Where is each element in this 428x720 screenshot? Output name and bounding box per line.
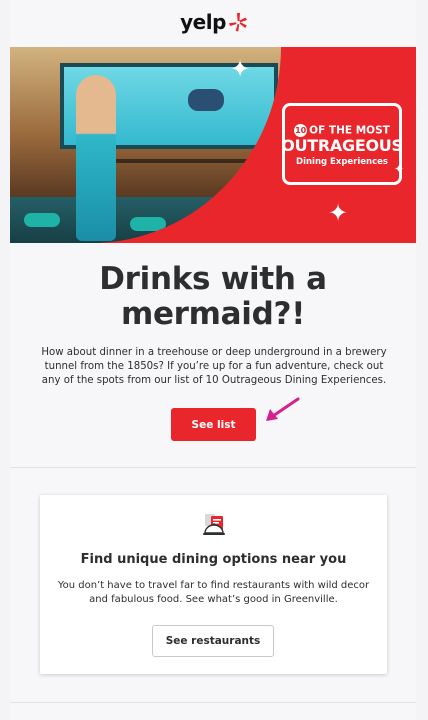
badge-top-text: OF THE MOST <box>309 124 390 136</box>
promo-description: You don’t have to travel far to find res… <box>57 580 370 605</box>
sparkle-icon: ✦ <box>230 55 251 83</box>
dining-promo-card: Find unique dining options near you You … <box>40 495 387 674</box>
swimming-mermaid <box>188 89 224 111</box>
badge-number: 10 <box>294 123 308 137</box>
email-page: yelp 10 OF THE MOST OUTRAGEOUS Dining Ex… <box>0 0 428 720</box>
intro-text: How about dinner in a treehouse or deep … <box>41 347 387 386</box>
pointer-arrow-icon <box>266 397 300 421</box>
yelp-logo[interactable]: yelp <box>0 8 428 36</box>
section-divider <box>10 467 416 468</box>
sparkle-icon: ✦ <box>328 199 349 227</box>
badge-main-text: OUTRAGEOUS <box>281 135 403 155</box>
hero-banner[interactable]: 10 OF THE MOST OUTRAGEOUS Dining Experien… <box>10 47 416 243</box>
see-list-button[interactable]: See list <box>171 408 256 441</box>
mermaid-figure <box>76 75 116 241</box>
bar-stool <box>24 213 60 227</box>
see-restaurants-button[interactable]: See restaurants <box>152 625 274 657</box>
restaurant-cloche-icon <box>203 514 225 535</box>
logo-text: yelp <box>180 10 226 34</box>
badge-sub-text: Dining Experiences <box>296 156 388 167</box>
promo-title: Find unique dining options near you <box>80 552 347 567</box>
sparkle-icon: ✦ <box>394 162 405 176</box>
yelp-burst-icon <box>228 13 247 32</box>
bar-stool <box>130 217 166 231</box>
page-headline: Drinks with a mermaid?! <box>99 261 327 332</box>
bar-stool <box>206 215 242 229</box>
outrageous-badge: 10 OF THE MOST OUTRAGEOUS Dining Experien… <box>281 103 403 185</box>
section-divider <box>10 702 416 703</box>
